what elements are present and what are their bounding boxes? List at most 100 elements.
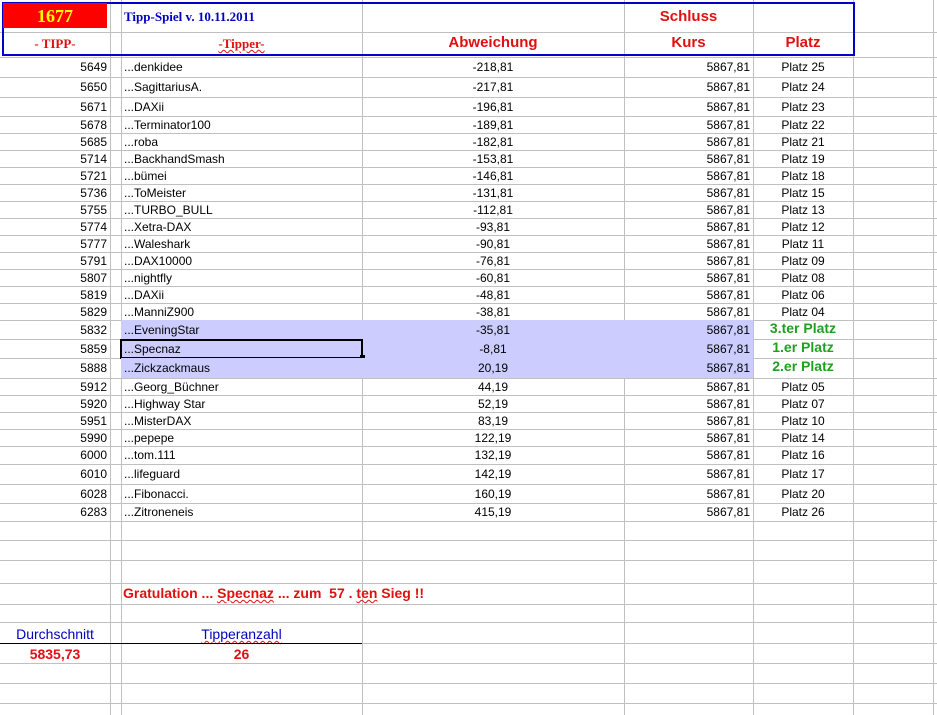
kurs-cell[interactable]: 5867,81 bbox=[624, 398, 750, 410]
platz-cell[interactable]: Platz 04 bbox=[753, 306, 853, 318]
abweichung-cell[interactable]: -182,81 bbox=[362, 136, 624, 148]
tipper-cell[interactable]: ...roba bbox=[124, 136, 360, 148]
kurs-cell[interactable]: 5867,81 bbox=[624, 289, 750, 301]
abweichung-cell[interactable]: -8,81 bbox=[362, 343, 624, 355]
tipper-cell[interactable]: ...DAX10000 bbox=[124, 255, 360, 267]
tipp-cell[interactable]: 5685 bbox=[0, 136, 107, 148]
col-header-schluss[interactable]: Schluss bbox=[624, 9, 753, 24]
tipper-cell[interactable]: ...bümei bbox=[124, 170, 360, 182]
tipper-cell[interactable]: ...lifeguard bbox=[124, 468, 360, 480]
tipp-cell[interactable]: 5888 bbox=[0, 362, 107, 374]
tipp-cell[interactable]: 6000 bbox=[0, 449, 107, 461]
platz-cell[interactable]: Platz 13 bbox=[753, 204, 853, 216]
tipper-cell[interactable]: ...TURBO_BULL bbox=[124, 204, 360, 216]
abweichung-cell[interactable]: -217,81 bbox=[362, 81, 624, 93]
platz-cell[interactable]: Platz 17 bbox=[753, 468, 853, 480]
abweichung-cell[interactable]: -189,81 bbox=[362, 119, 624, 131]
platz-cell[interactable]: Platz 26 bbox=[753, 506, 853, 518]
count-label[interactable]: Tipperanzahl bbox=[121, 627, 362, 641]
platz-cell[interactable]: Platz 22 bbox=[753, 119, 853, 131]
tipper-cell[interactable]: ...DAXii bbox=[124, 101, 360, 113]
tipper-cell[interactable]: ...DAXii bbox=[124, 289, 360, 301]
kurs-cell[interactable]: 5867,81 bbox=[624, 221, 750, 233]
kurs-cell[interactable]: 5867,81 bbox=[624, 381, 750, 393]
kurs-cell[interactable]: 5867,81 bbox=[624, 272, 750, 284]
abweichung-cell[interactable]: -196,81 bbox=[362, 101, 624, 113]
kurs-cell[interactable]: 5867,81 bbox=[624, 343, 750, 355]
tipp-cell[interactable]: 5859 bbox=[0, 343, 107, 355]
abweichung-cell[interactable]: -131,81 bbox=[362, 187, 624, 199]
abweichung-cell[interactable]: 415,19 bbox=[362, 506, 624, 518]
col-header-platz[interactable]: Platz bbox=[753, 35, 853, 50]
tipper-cell[interactable]: ...Zickzackmaus bbox=[124, 362, 360, 374]
col-header-tipp[interactable]: - TIPP- bbox=[0, 37, 110, 50]
kurs-cell[interactable]: 5867,81 bbox=[624, 255, 750, 267]
tipp-cell[interactable]: 5721 bbox=[0, 170, 107, 182]
kurs-cell[interactable]: 5867,81 bbox=[624, 81, 750, 93]
platz-cell[interactable]: Platz 18 bbox=[753, 170, 853, 182]
tipp-cell[interactable]: 5671 bbox=[0, 101, 107, 113]
congrats-text[interactable]: Gratulation ... Specnaz ... zum 57 . ten… bbox=[123, 586, 424, 600]
tipp-cell[interactable]: 5912 bbox=[0, 381, 107, 393]
tipper-cell[interactable]: ...SagittariusA. bbox=[124, 81, 360, 93]
col-header-abweichung[interactable]: Abweichung bbox=[362, 35, 624, 50]
abweichung-cell[interactable]: -76,81 bbox=[362, 255, 624, 267]
tipp-cell[interactable]: 5755 bbox=[0, 204, 107, 216]
platz-cell[interactable]: Platz 14 bbox=[753, 432, 853, 444]
abweichung-cell[interactable]: -38,81 bbox=[362, 306, 624, 318]
platz-cell[interactable]: Platz 10 bbox=[753, 415, 853, 427]
tipp-cell[interactable]: 5649 bbox=[0, 61, 107, 73]
abweichung-cell[interactable]: 20,19 bbox=[362, 362, 624, 374]
tipp-cell[interactable]: 6028 bbox=[0, 488, 107, 500]
abweichung-cell[interactable]: 142,19 bbox=[362, 468, 624, 480]
abweichung-cell[interactable]: -48,81 bbox=[362, 289, 624, 301]
tipper-cell[interactable]: ...ToMeister bbox=[124, 187, 360, 199]
platz-cell[interactable]: Platz 16 bbox=[753, 449, 853, 461]
col-header-kurs[interactable]: Kurs bbox=[624, 35, 753, 50]
abweichung-cell[interactable]: -90,81 bbox=[362, 238, 624, 250]
platz-cell[interactable]: Platz 07 bbox=[753, 398, 853, 410]
tipper-cell[interactable]: ...Xetra-DAX bbox=[124, 221, 360, 233]
average-value[interactable]: 5835,73 bbox=[0, 647, 110, 661]
tipp-cell[interactable]: 5829 bbox=[0, 306, 107, 318]
tipp-cell[interactable]: 6283 bbox=[0, 506, 107, 518]
platz-cell[interactable]: Platz 08 bbox=[753, 272, 853, 284]
platz-cell[interactable]: Platz 24 bbox=[753, 81, 853, 93]
tipp-cell[interactable]: 5990 bbox=[0, 432, 107, 444]
round-number-cell[interactable]: 1677 bbox=[3, 3, 107, 28]
tipp-cell[interactable]: 5920 bbox=[0, 398, 107, 410]
platz-cell[interactable]: Platz 25 bbox=[753, 61, 853, 73]
platz-cell[interactable]: Platz 05 bbox=[753, 381, 853, 393]
tipper-cell[interactable]: ...Georg_Büchner bbox=[124, 381, 360, 393]
abweichung-cell[interactable]: 160,19 bbox=[362, 488, 624, 500]
kurs-cell[interactable]: 5867,81 bbox=[624, 506, 750, 518]
kurs-cell[interactable]: 5867,81 bbox=[624, 449, 750, 461]
abweichung-cell[interactable]: -93,81 bbox=[362, 221, 624, 233]
tipp-cell[interactable]: 5774 bbox=[0, 221, 107, 233]
kurs-cell[interactable]: 5867,81 bbox=[624, 204, 750, 216]
abweichung-cell[interactable]: 122,19 bbox=[362, 432, 624, 444]
platz-cell[interactable]: Platz 09 bbox=[753, 255, 853, 267]
abweichung-cell[interactable]: 44,19 bbox=[362, 381, 624, 393]
tipp-cell[interactable]: 5777 bbox=[0, 238, 107, 250]
tipp-cell[interactable]: 5650 bbox=[0, 81, 107, 93]
kurs-cell[interactable]: 5867,81 bbox=[624, 306, 750, 318]
tipp-cell[interactable]: 5807 bbox=[0, 272, 107, 284]
tipp-cell[interactable]: 5714 bbox=[0, 153, 107, 165]
platz-cell[interactable]: 2.er Platz bbox=[753, 359, 853, 373]
title-cell[interactable]: Tipp-Spiel v. 10.11.2011 bbox=[124, 10, 255, 23]
tipp-cell[interactable]: 5819 bbox=[0, 289, 107, 301]
kurs-cell[interactable]: 5867,81 bbox=[624, 324, 750, 336]
abweichung-cell[interactable]: -218,81 bbox=[362, 61, 624, 73]
tipper-cell[interactable]: ...Terminator100 bbox=[124, 119, 360, 131]
kurs-cell[interactable]: 5867,81 bbox=[624, 61, 750, 73]
platz-cell[interactable]: 1.er Platz bbox=[753, 340, 853, 354]
kurs-cell[interactable]: 5867,81 bbox=[624, 136, 750, 148]
platz-cell[interactable]: Platz 11 bbox=[753, 238, 853, 250]
abweichung-cell[interactable]: -35,81 bbox=[362, 324, 624, 336]
tipper-cell[interactable]: ...Fibonacci. bbox=[124, 488, 360, 500]
kurs-cell[interactable]: 5867,81 bbox=[624, 187, 750, 199]
tipper-cell[interactable]: ...ManniZ900 bbox=[124, 306, 360, 318]
kurs-cell[interactable]: 5867,81 bbox=[624, 415, 750, 427]
average-label[interactable]: Durchschnitt bbox=[0, 627, 110, 641]
